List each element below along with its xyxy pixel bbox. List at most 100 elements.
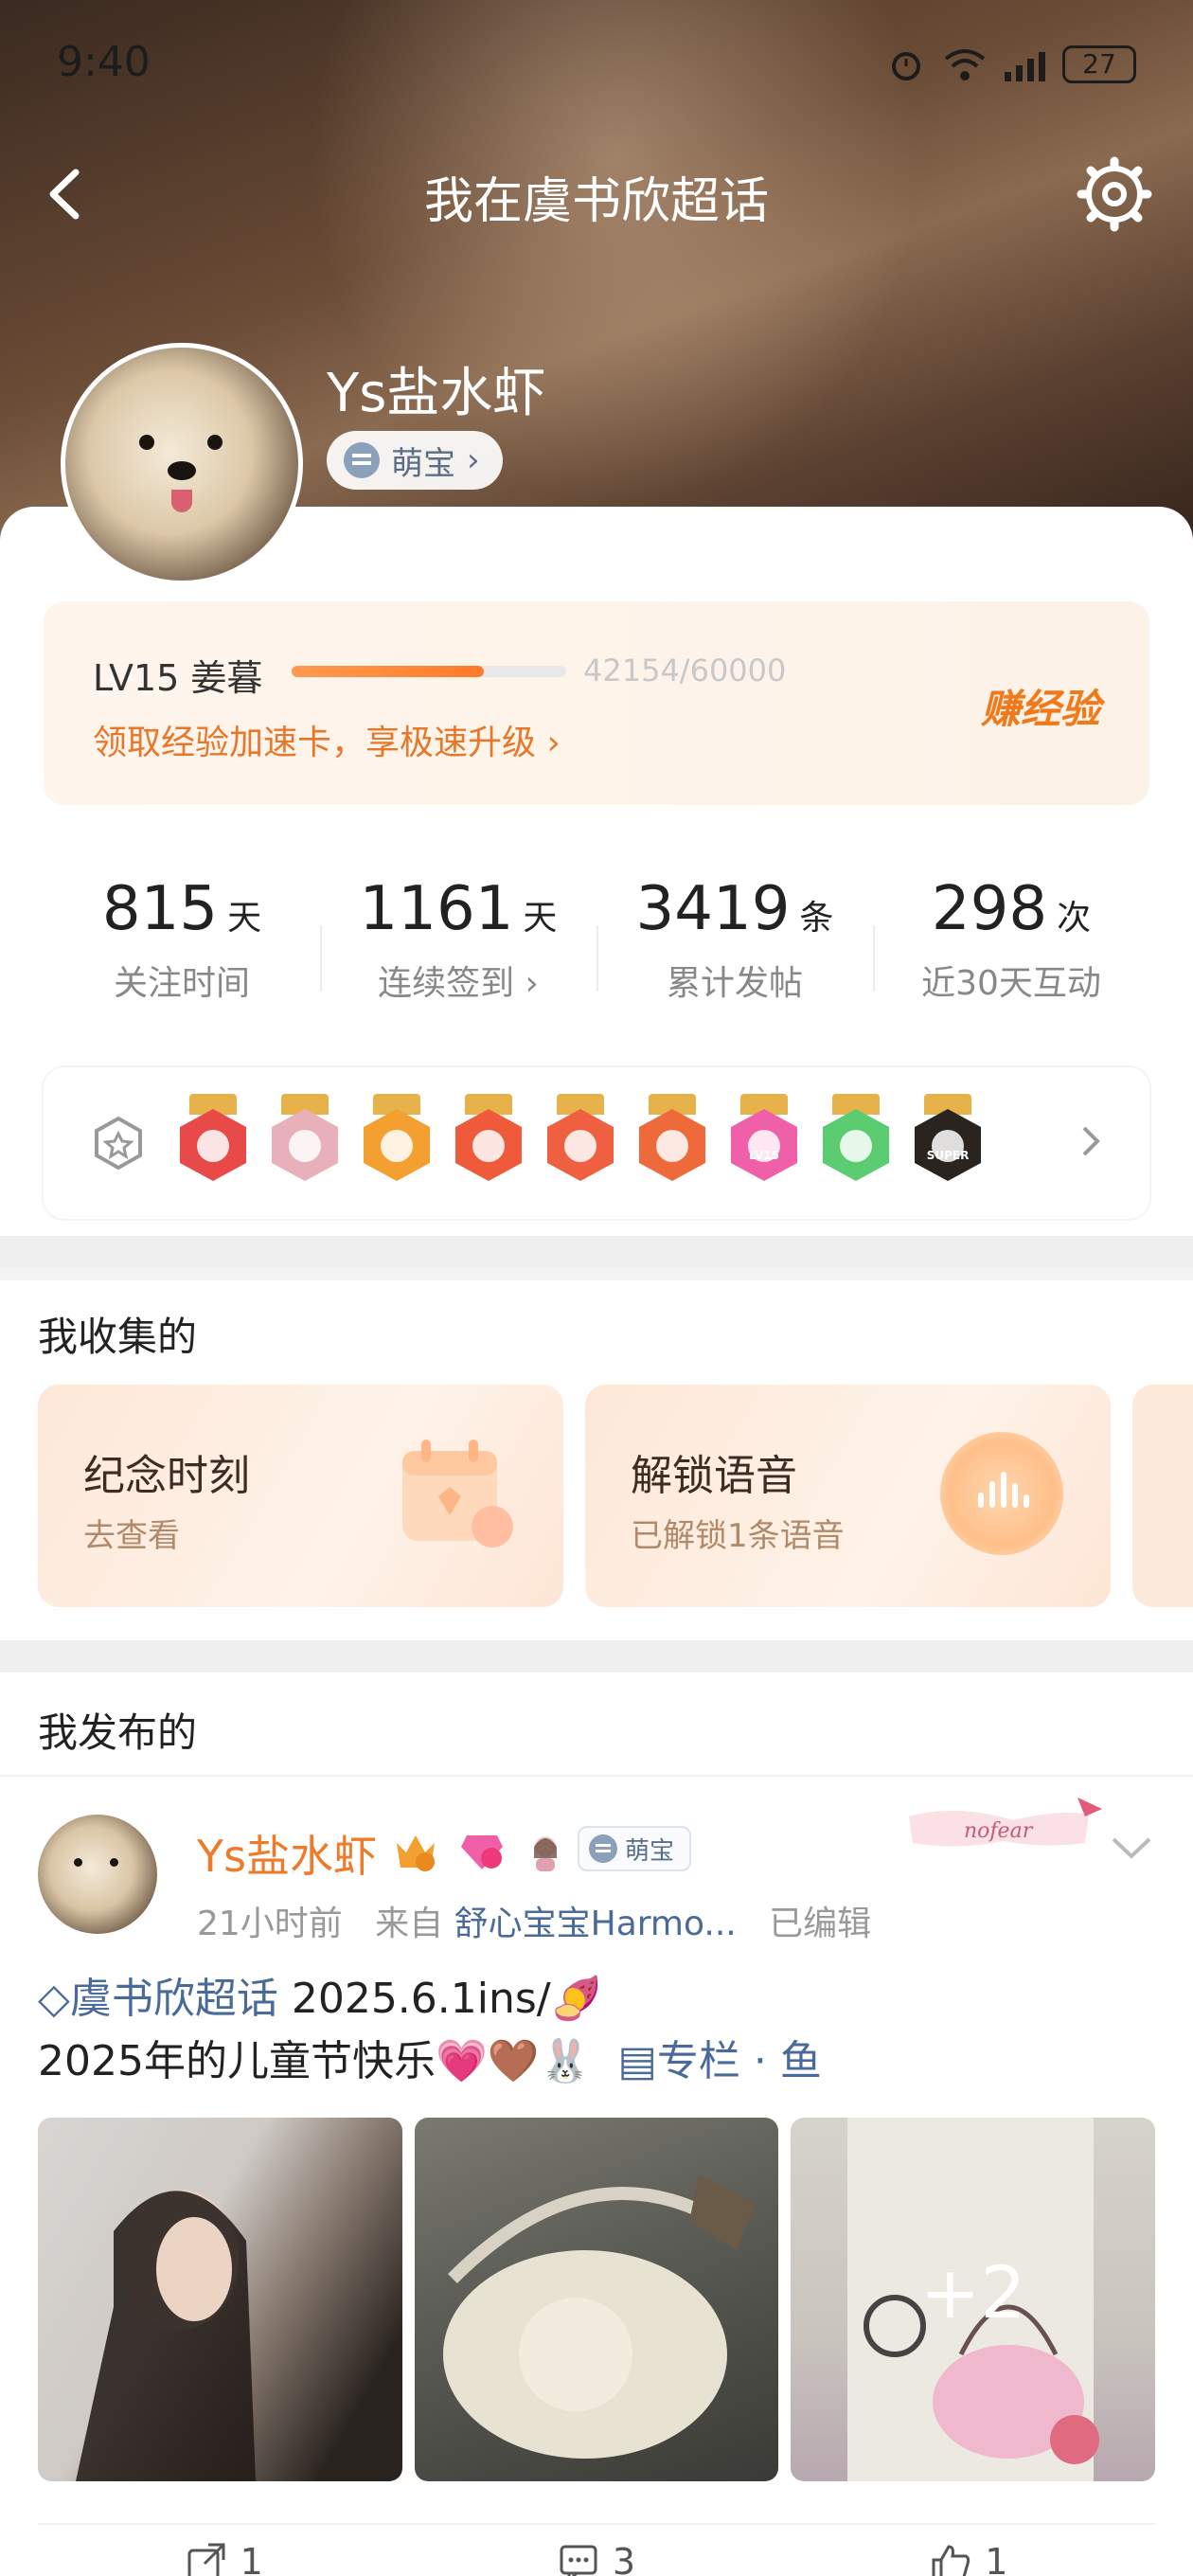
post-body[interactable]: ◇虞书欣超话 2025.6.1ins/🍠 2025年的儿童节快乐💗🤎🐰 ▤专栏 … — [38, 1968, 1155, 2093]
comment-button[interactable]: 3 — [410, 2525, 782, 2576]
chat-icon — [589, 1834, 617, 1863]
stat-value: 815 — [101, 874, 219, 944]
chevron-right-icon: › — [467, 441, 480, 479]
posted-header: 我发布的 — [0, 1673, 1193, 1777]
fan-badge[interactable] — [819, 1094, 893, 1189]
gear-icon[interactable] — [1074, 153, 1155, 235]
avatar-nose — [168, 461, 196, 480]
username: Ys盐水虾 — [327, 363, 546, 424]
next-collect-card[interactable] — [1132, 1385, 1193, 1607]
avatar-eye — [74, 1858, 82, 1867]
fan-badge-label: SUPER — [926, 1149, 970, 1162]
fan-badge[interactable] — [543, 1094, 617, 1189]
stat-unit: 次 — [1057, 899, 1092, 938]
post-meta: 21小时前 来自 舒心宝宝Harmo... 已编辑 — [197, 1896, 871, 1945]
avatar-tongue — [171, 490, 192, 512]
stats-row: 815 天 关注时间 1161 天 连续签到 › 3419 条 累计发帖 298 次 近… — [44, 857, 1149, 1046]
post-source[interactable]: 舒心宝宝Harmo... — [454, 1905, 737, 1943]
column-link[interactable]: ▤专栏 — [617, 2037, 740, 2085]
post-photos: +2 — [38, 2118, 1156, 2481]
badge-wall[interactable]: LV15 SUPER — [44, 1067, 1149, 1219]
level-box[interactable]: LV15 姜暮 42154/60000 领取经验加速卡，享极速升级 › 赚经验 — [44, 601, 1149, 805]
stat-checkin-days[interactable]: 1161 天 连续签到 › — [320, 857, 596, 1046]
avatar[interactable] — [61, 343, 303, 585]
like-button[interactable]: 1 — [783, 2525, 1155, 2576]
nofear-sticker: nofear — [909, 1798, 1102, 1847]
chevron-down-icon[interactable] — [1108, 1834, 1155, 1862]
diamond-icon: ◇ — [38, 1975, 70, 2023]
section-divider — [0, 1640, 1193, 1673]
voice-card-sub: 已解锁1条语音 — [631, 1517, 845, 1555]
level-promo-link[interactable]: 领取经验加速卡，享极速升级 › — [93, 715, 561, 764]
column-dot: · — [753, 2037, 767, 2085]
signal-icon — [1005, 47, 1045, 81]
stat-value: 3419 — [635, 874, 791, 944]
post-actions: 1 3 1 — [38, 2523, 1155, 2576]
post-time: 21小时前 — [197, 1905, 343, 1943]
fan-tag-pill[interactable]: 萌宝 › — [327, 431, 503, 490]
chat-icon — [344, 442, 380, 478]
stat-posts: 3419 条 累计发帖 — [596, 857, 873, 1046]
post-photo[interactable] — [414, 2118, 779, 2481]
level-promo-text: 领取经验加速卡，享极速升级 — [93, 724, 537, 762]
section-title: 我发布的 — [38, 1709, 198, 1756]
fan-tag-label: 萌宝 — [391, 444, 455, 483]
battery-icon: 27 — [1062, 45, 1136, 83]
like-count: 1 — [985, 2541, 1008, 2576]
status-icons: 27 — [887, 45, 1136, 83]
status-bar: 9:40 27 — [0, 38, 1193, 95]
more-photos-count: +2 — [919, 2250, 1026, 2334]
alarm-icon — [892, 52, 920, 80]
post-author[interactable]: Ys盐水虾 — [197, 1822, 377, 1885]
sticker-text: nofear — [964, 1819, 1034, 1843]
photo-bag-figure — [442, 2174, 756, 2459]
stat-unit: 天 — [523, 899, 558, 938]
comment-icon — [560, 2545, 597, 2576]
column-name[interactable]: 鱼 — [780, 2037, 822, 2085]
post-edited: 已编辑 — [769, 1905, 872, 1943]
memory-card[interactable]: 纪念时刻 去查看 — [38, 1385, 563, 1607]
share-button[interactable]: 1 — [38, 2525, 410, 2576]
thumbs-up-icon — [932, 2545, 970, 2576]
post-fan-tag[interactable]: 萌宝 — [578, 1826, 692, 1871]
level-name: LV15 姜暮 — [93, 657, 263, 699]
post-line-1: 2025.6.1ins/🍠 — [277, 1975, 603, 2023]
stat-label: 累计发帖 — [666, 964, 803, 1003]
section-title: 我收集的 — [38, 1314, 198, 1360]
chevron-right-icon[interactable] — [1079, 1122, 1102, 1160]
topic-link[interactable]: ◇虞书欣超话 — [38, 1975, 278, 2023]
fan-badge[interactable] — [452, 1094, 525, 1189]
stat-label: 关注时间 — [113, 964, 250, 1003]
post-photo[interactable] — [38, 2118, 402, 2481]
voice-card-title: 解锁语音 — [631, 1452, 797, 1500]
comment-count: 3 — [612, 2541, 636, 2576]
collect-section: 我收集的 纪念时刻 去查看 解锁语音 已解锁1条语音 — [0, 1280, 1193, 1640]
fan-badge[interactable]: SUPER — [911, 1094, 985, 1189]
avatar-eye — [139, 435, 154, 450]
stat-value: 298 — [931, 874, 1048, 944]
memory-card-title: 纪念时刻 — [83, 1452, 250, 1500]
fan-badge[interactable] — [176, 1094, 250, 1189]
crown-badge-icon — [397, 1835, 435, 1871]
posted-section: 我发布的 Ys盐水虾 萌宝 nofear 21小时前 来自 舒心宝宝Harmo.… — [0, 1673, 1193, 2576]
post-avatar[interactable] — [38, 1815, 157, 1934]
fan-badge[interactable] — [635, 1094, 709, 1189]
stat-value: 1161 — [359, 874, 514, 944]
fan-badge[interactable] — [268, 1094, 342, 1189]
calendar-icon — [402, 1440, 513, 1547]
level-diamond-icon — [461, 1835, 503, 1869]
post-photo[interactable]: +2 — [791, 2118, 1156, 2481]
fan-badge[interactable]: LV15 — [727, 1094, 801, 1189]
memory-card-sub: 去查看 — [83, 1517, 180, 1555]
top-nav: 我在虞书欣超话 — [0, 152, 1193, 237]
avatar-eye — [110, 1858, 118, 1867]
level-exp: 42154/60000 — [583, 653, 787, 689]
fan-badge[interactable] — [360, 1094, 434, 1189]
level-progress-bar — [292, 666, 566, 677]
voice-card[interactable]: 解锁语音 已解锁1条语音 — [585, 1385, 1111, 1607]
stat-interactions: 298 次 近30天互动 — [873, 857, 1149, 1046]
photo-portrait-figure — [76, 2190, 256, 2481]
earn-exp-button[interactable]: 赚经验 — [981, 677, 1100, 735]
page-title: 我在虞书欣超话 — [423, 173, 769, 230]
stat-unit: 条 — [799, 899, 834, 938]
